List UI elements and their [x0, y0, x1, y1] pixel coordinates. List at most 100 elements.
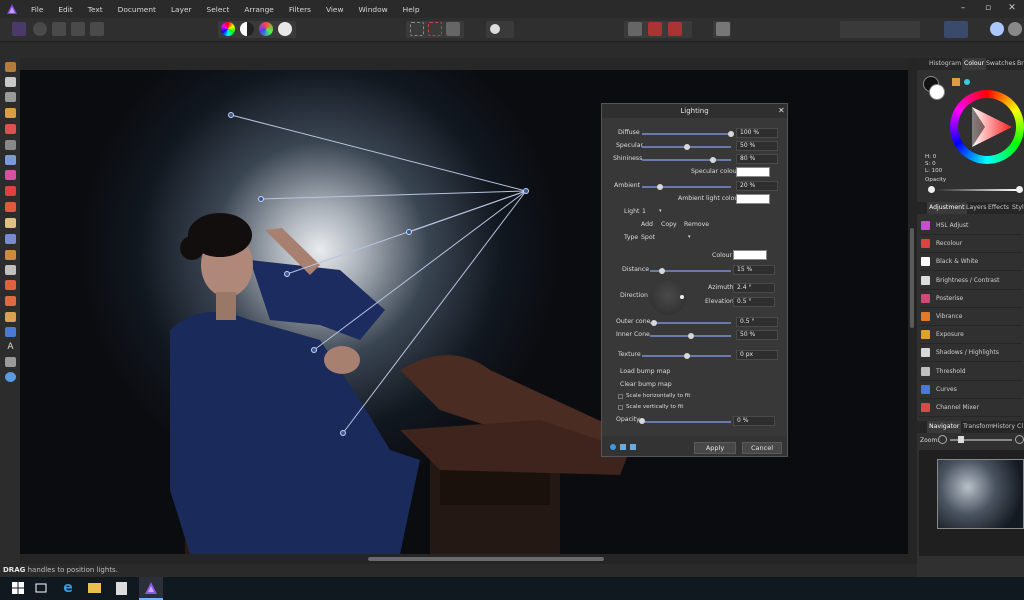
develop-persona-icon[interactable]	[52, 22, 66, 36]
quick-mask-icon[interactable]	[490, 24, 500, 34]
brush-icon[interactable]	[716, 22, 730, 36]
menu-layer[interactable]: Layer	[171, 5, 192, 14]
adjustment-item[interactable]: Threshold	[919, 363, 1022, 381]
opacity-knob[interactable]	[928, 186, 935, 193]
colour-replacement-icon[interactable]	[5, 202, 16, 212]
menu-document[interactable]: Document	[118, 5, 156, 14]
ambient-slider[interactable]	[642, 186, 731, 188]
opacity-knob-end[interactable]	[1016, 186, 1023, 193]
tab-histogram[interactable]: Histogram	[927, 58, 963, 70]
dialog-opacity-value[interactable]: 0 %	[733, 416, 775, 426]
azimuth-value[interactable]: 2.4 °	[733, 283, 775, 293]
type-chevron-icon[interactable]: ▾	[688, 234, 691, 240]
export-persona-icon[interactable]	[90, 22, 104, 36]
hand-tool-icon[interactable]	[5, 62, 16, 72]
mesh-warp-icon[interactable]	[5, 357, 16, 367]
menu-help[interactable]: Help	[403, 5, 420, 14]
maximize-icon[interactable]: ▫	[983, 3, 993, 13]
light-select[interactable]: 1	[642, 208, 646, 215]
shape-tool-icon[interactable]	[5, 327, 16, 337]
clear-bump-map-button[interactable]: Clear bump map	[620, 381, 672, 388]
magnet-icon[interactable]	[668, 22, 682, 36]
direction-handle[interactable]	[680, 295, 684, 299]
affinity-photo-taskbar-icon[interactable]	[143, 580, 159, 596]
transparent-icon[interactable]	[964, 79, 970, 85]
gradient-tool-icon[interactable]	[5, 170, 16, 180]
texture-value[interactable]: 0 px	[736, 350, 778, 360]
ambient-value[interactable]: 20 %	[736, 181, 778, 191]
vertical-scroll-thumb[interactable]	[910, 228, 914, 328]
ambient-knob[interactable]	[656, 184, 663, 190]
colour-picker-icon[interactable]	[952, 78, 960, 86]
load-bump-map-button[interactable]: Load bump map	[620, 368, 670, 375]
adjustment-item[interactable]: Vibrance	[919, 308, 1022, 326]
shininess-slider[interactable]	[642, 159, 731, 161]
tab-styles[interactable]: Styl	[1010, 202, 1024, 214]
selection-brush-icon[interactable]	[5, 108, 16, 118]
adjustment-item[interactable]: Recolour	[919, 235, 1022, 254]
menu-edit[interactable]: Edit	[58, 5, 72, 14]
assistant-icon[interactable]	[990, 22, 1004, 36]
tab-brushes[interactable]: Br	[1015, 58, 1024, 70]
shininess-knob[interactable]	[710, 157, 717, 163]
scale-v-checkbox[interactable]	[618, 405, 623, 410]
pen-tool-icon[interactable]	[5, 312, 16, 322]
store-icon[interactable]	[116, 582, 127, 595]
diffuse-value[interactable]: 100 %	[736, 128, 778, 138]
tab-effects[interactable]: Effects	[986, 202, 1011, 214]
inpainting-tool-icon[interactable]	[5, 265, 16, 275]
liquify-persona-icon[interactable]	[33, 22, 47, 36]
cancel-button[interactable]: Cancel	[742, 442, 782, 454]
photo-persona-icon[interactable]	[12, 22, 26, 36]
file-explorer-icon[interactable]	[88, 583, 101, 593]
distance-knob[interactable]	[659, 268, 666, 274]
diffuse-slider[interactable]	[642, 133, 731, 135]
copy-light-button[interactable]: Copy	[661, 221, 677, 228]
levels-quick-icon[interactable]	[240, 22, 254, 36]
adjustment-item[interactable]: Brightness / Contrast	[919, 272, 1022, 290]
type-select[interactable]: Spot	[641, 234, 655, 241]
zoom-out-icon[interactable]	[938, 435, 947, 444]
light-colour-swatch[interactable]	[733, 250, 767, 260]
outer-cone-knob[interactable]	[651, 320, 658, 326]
apply-button[interactable]: Apply	[694, 442, 736, 454]
tone-mapping-persona-icon[interactable]	[71, 22, 85, 36]
crop-tool-icon[interactable]	[5, 92, 16, 102]
texture-knob[interactable]	[683, 353, 690, 359]
mirror-view-icon[interactable]	[630, 444, 636, 450]
text-tool-icon[interactable]: A	[5, 342, 16, 352]
menu-select[interactable]: Select	[207, 5, 230, 14]
tab-channels[interactable]: Cl	[1015, 421, 1024, 433]
light-select-chevron-icon[interactable]: ▾	[659, 208, 662, 214]
dialog-opacity-slider[interactable]	[642, 421, 731, 423]
diffuse-knob[interactable]	[728, 131, 734, 137]
menu-file[interactable]: File	[31, 5, 43, 14]
menu-view[interactable]: View	[326, 5, 344, 14]
white-balance-quick-icon[interactable]	[278, 22, 292, 36]
deselect-quick-icon[interactable]	[428, 22, 442, 36]
ambient-colour-swatch[interactable]	[736, 194, 770, 204]
menu-filters[interactable]: Filters	[289, 5, 311, 14]
colour-balance-quick-icon[interactable]	[259, 22, 273, 36]
specular-value[interactable]: 50 %	[736, 141, 778, 151]
inner-cone-value[interactable]: 50 %	[736, 330, 778, 340]
edge-browser-icon[interactable]: e	[60, 580, 76, 596]
menu-arrange[interactable]: Arrange	[244, 5, 273, 14]
inner-cone-knob[interactable]	[687, 333, 694, 339]
adjustment-item[interactable]: Channel Mixer	[919, 399, 1022, 417]
horizontal-scroll-thumb[interactable]	[368, 557, 604, 561]
adjustment-item[interactable]: Posterise	[919, 290, 1022, 308]
tab-swatches[interactable]: Swatches	[984, 58, 1018, 70]
hsl-quick-icon[interactable]	[221, 22, 235, 36]
tab-navigator[interactable]: Navigator	[927, 421, 962, 433]
dodge-tool-icon[interactable]	[5, 234, 16, 244]
marquee-quick-icon[interactable]	[410, 22, 424, 36]
adjustment-item[interactable]: Shadows / Highlights	[919, 344, 1022, 363]
remove-light-button[interactable]: Remove	[684, 221, 709, 228]
flood-fill-icon[interactable]	[5, 155, 16, 165]
menu-window[interactable]: Window	[359, 5, 388, 14]
settings-icon[interactable]	[1008, 22, 1022, 36]
flood-select-icon[interactable]	[5, 124, 16, 134]
minimize-icon[interactable]: –	[958, 3, 968, 13]
task-view-icon[interactable]	[33, 580, 49, 596]
